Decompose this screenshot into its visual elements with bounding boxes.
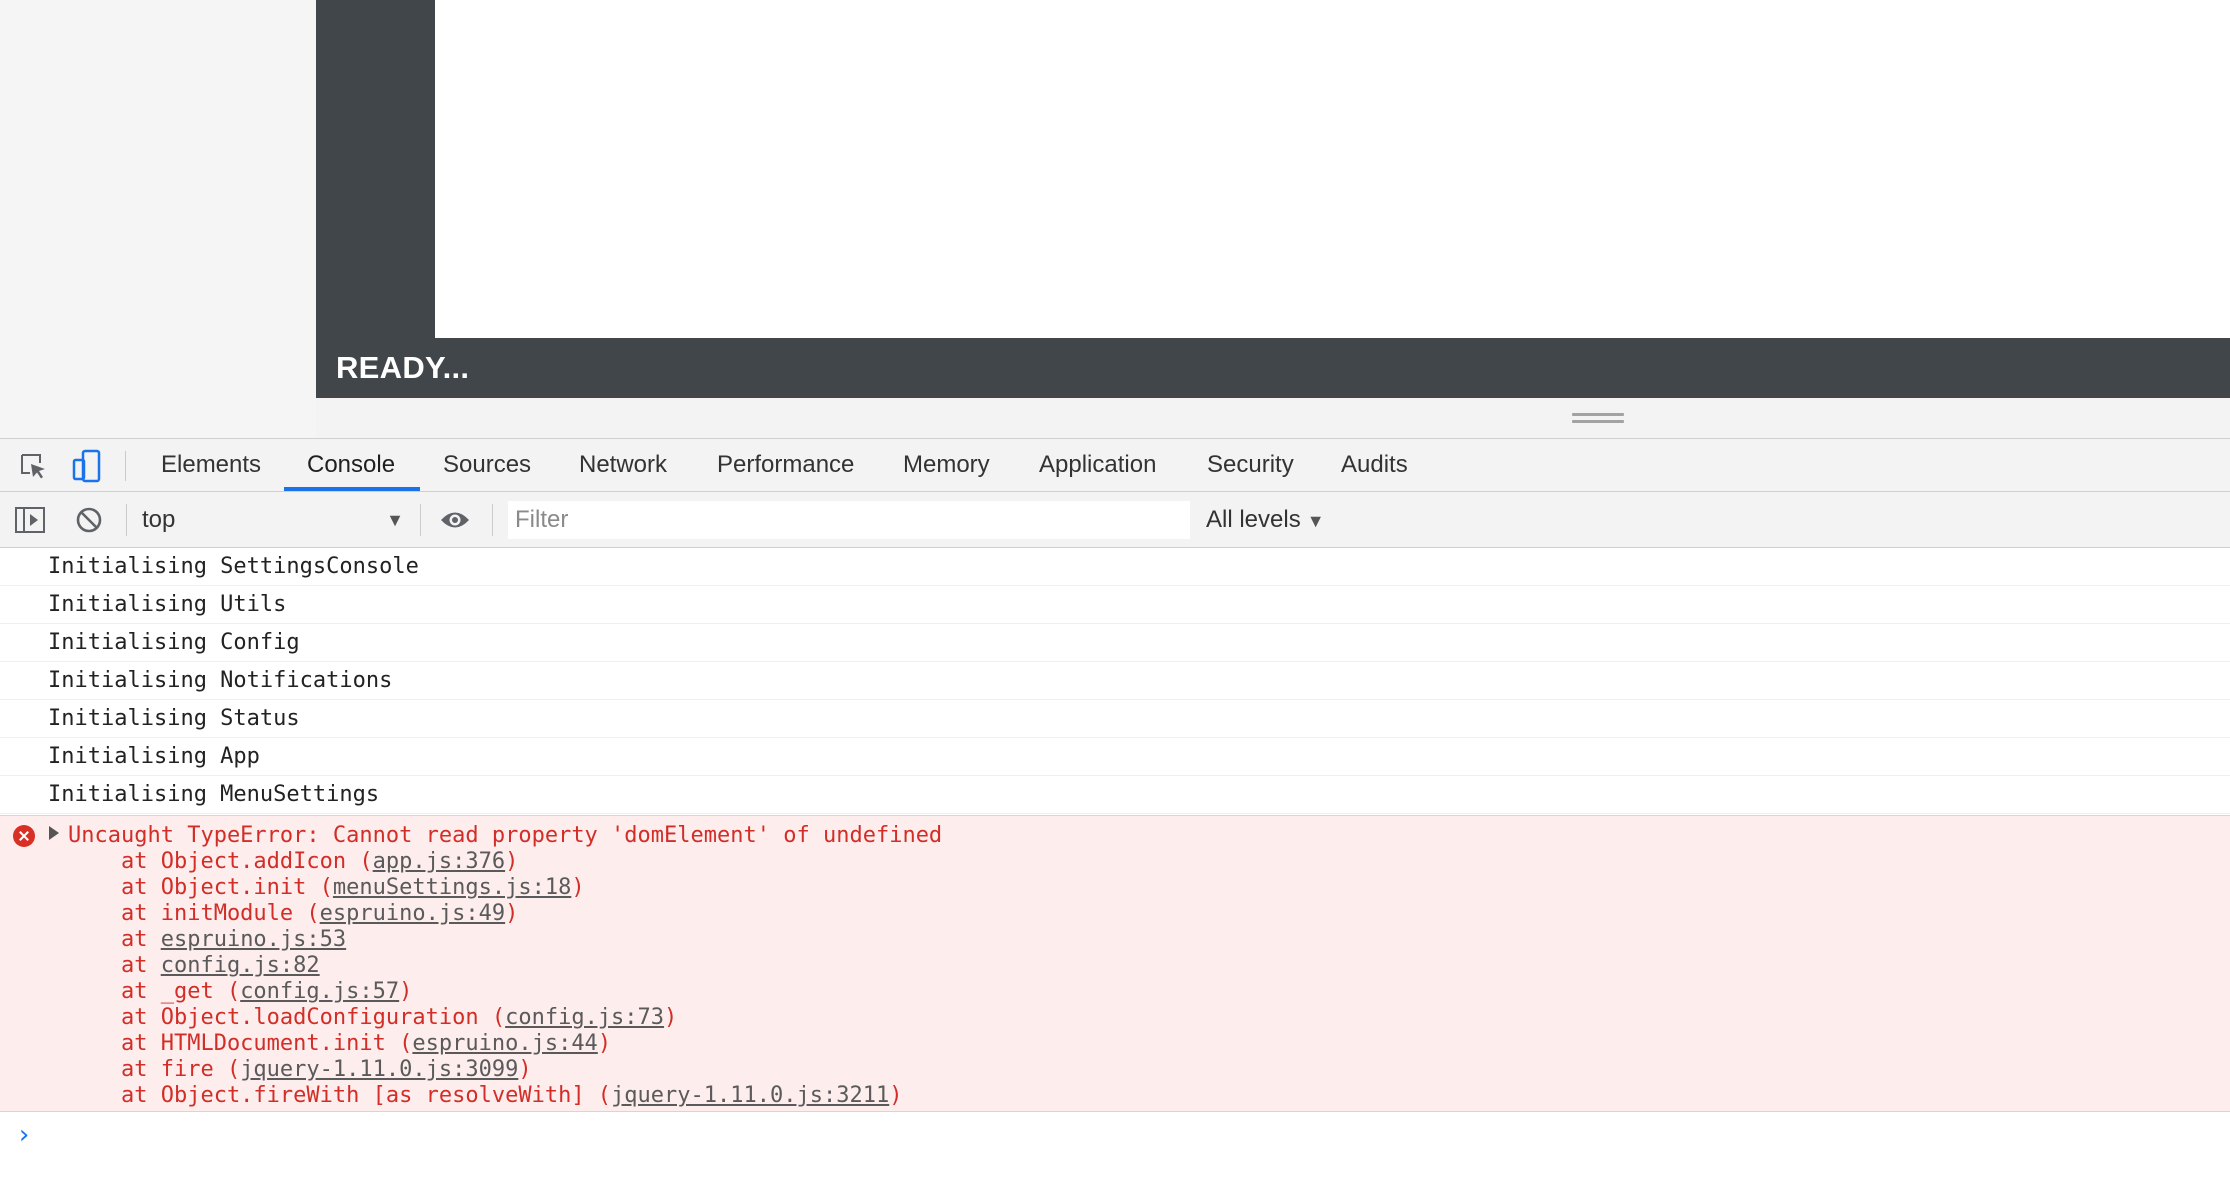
source-link[interactable]: config.js:73	[505, 1005, 664, 1030]
context-selector[interactable]: top ▼	[142, 500, 404, 540]
chevron-down-icon: ▼	[386, 510, 404, 530]
inspect-element-icon[interactable]	[16, 449, 50, 483]
stack-frame: at _get (config.js:57)	[68, 979, 413, 1004]
live-expression-icon[interactable]	[438, 503, 472, 537]
stack-frame: at Object.loadConfiguration (config.js:7…	[68, 1005, 678, 1030]
console-message: Initialising Status	[0, 700, 2230, 738]
tabbar-separator	[125, 451, 126, 481]
devtools-tab-bar: Elements Console Sources Network Perform…	[0, 438, 2230, 492]
error-icon	[13, 825, 35, 847]
stack-frame: at Object.fireWith [as resolveWith] (jqu…	[68, 1083, 903, 1108]
app-status-text: READY...	[336, 350, 470, 385]
console-message: Initialising Utils	[0, 586, 2230, 624]
console-message: Initialising Notifications	[0, 662, 2230, 700]
tab-audits[interactable]: Audits	[1341, 439, 1408, 491]
tab-security[interactable]: Security	[1207, 439, 1294, 491]
console-message: Initialising Config	[0, 624, 2230, 662]
levels-label: All levels	[1206, 506, 1301, 533]
console-prompt[interactable]: ›	[0, 1112, 2230, 1162]
chevron-down-icon: ▼	[1306, 511, 1325, 531]
stack-frame: at espruino.js:53	[68, 927, 347, 952]
tab-application[interactable]: Application	[1039, 439, 1156, 491]
tab-console[interactable]: Console	[307, 439, 395, 491]
stack-frame: at Object.addIcon (app.js:376)	[68, 849, 519, 874]
console-input[interactable]	[48, 1118, 2202, 1156]
expand-triangle-icon[interactable]	[49, 826, 59, 840]
clear-console-icon[interactable]	[72, 503, 106, 537]
console-message: Initialising MenuSettings	[0, 776, 2230, 814]
console-toolbar: top ▼ All levels▼	[0, 492, 2230, 548]
devtools-resize-handle[interactable]	[1572, 413, 1624, 427]
console-message: Initialising SettingsConsole	[0, 548, 2230, 586]
toolbar-separator	[420, 504, 421, 536]
stack-frame: at HTMLDocument.init (espruino.js:44)	[68, 1031, 612, 1056]
console-message: Initialising App	[0, 738, 2230, 776]
stack-frame: at Object.init (menuSettings.js:18)	[68, 875, 585, 900]
tab-performance[interactable]: Performance	[717, 439, 854, 491]
source-link[interactable]: app.js:376	[373, 849, 505, 874]
show-sidebar-icon[interactable]	[13, 503, 47, 537]
page-left-gutter	[0, 0, 316, 438]
error-text: Uncaught TypeError: Cannot read property…	[68, 823, 943, 848]
error-stack-trace: at Object.addIcon (app.js:376) at Object…	[68, 849, 903, 1109]
stack-frame: at config.js:82	[68, 953, 320, 978]
active-tab-indicator	[284, 487, 420, 491]
source-link[interactable]: menuSettings.js:18	[333, 875, 571, 900]
page-bottom-strip	[316, 398, 2230, 438]
source-link[interactable]: espruino.js:44	[412, 1031, 597, 1056]
tab-elements[interactable]: Elements	[161, 439, 261, 491]
source-link[interactable]: jquery-1.11.0.js:3099	[240, 1057, 518, 1082]
source-link[interactable]: espruino.js:53	[161, 927, 346, 952]
app-content-area	[435, 0, 2230, 338]
console-prompt-icon: ›	[16, 1120, 32, 1150]
toolbar-separator	[126, 504, 127, 536]
console-error-message: Uncaught TypeError: Cannot read property…	[0, 815, 2230, 1112]
filter-input[interactable]	[508, 501, 1190, 539]
tab-sources[interactable]: Sources	[443, 439, 531, 491]
source-link[interactable]: config.js:82	[161, 953, 320, 978]
stack-frame: at fire (jquery-1.11.0.js:3099)	[68, 1057, 532, 1082]
log-levels-dropdown[interactable]: All levels ▼	[1206, 500, 1325, 540]
context-value: top	[142, 506, 176, 533]
tab-memory[interactable]: Memory	[903, 439, 990, 491]
stack-frame: at initModule (espruino.js:49)	[68, 901, 519, 926]
source-link[interactable]: espruino.js:49	[320, 901, 505, 926]
console-messages: Initialising SettingsConsole Initialisin…	[0, 548, 2230, 814]
device-toolbar-icon[interactable]	[70, 449, 104, 483]
tab-network[interactable]: Network	[579, 439, 667, 491]
toolbar-separator	[492, 504, 493, 536]
source-link[interactable]: config.js:57	[240, 979, 399, 1004]
source-link[interactable]: jquery-1.11.0.js:3211	[611, 1083, 889, 1108]
